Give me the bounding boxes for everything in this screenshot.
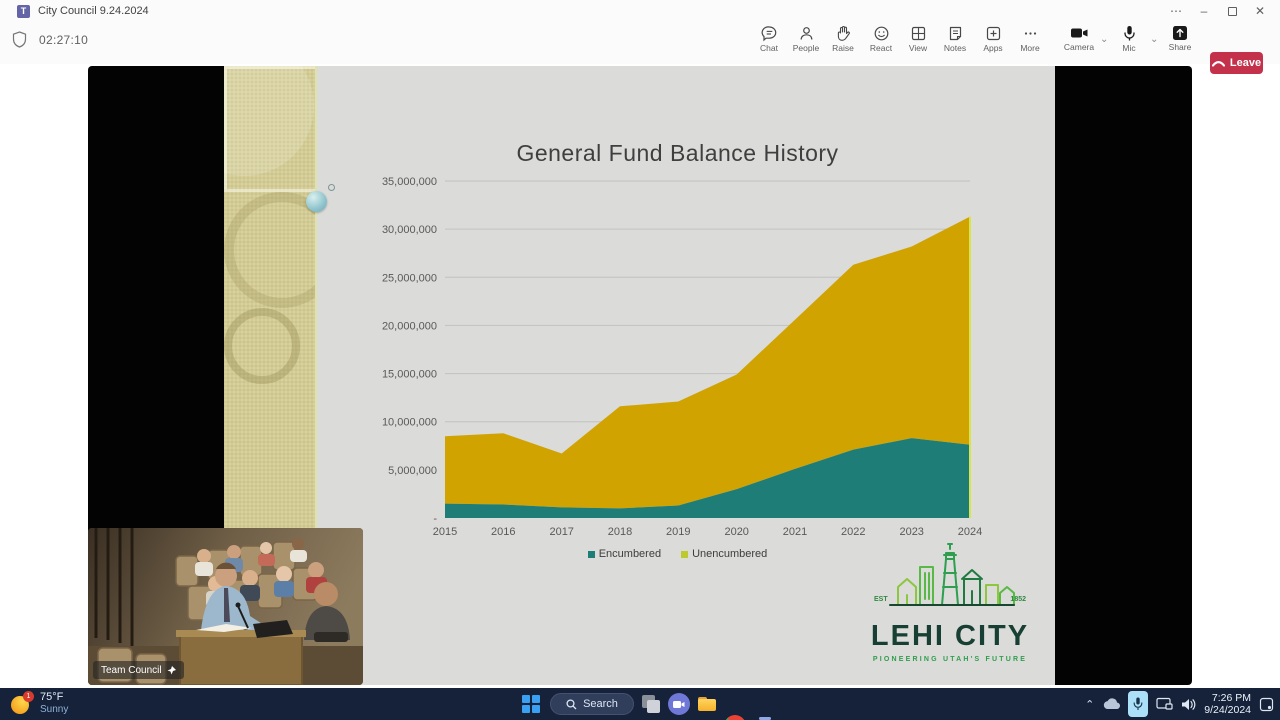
legend-item-unencumbered: Unencumbered [681, 548, 767, 560]
taskbar-clock[interactable]: 7:26 PM 9/24/2024 [1204, 692, 1251, 716]
lehi-city-logo: EST 1852 LEHI CITY PIONEERING UTAH'S FUT… [860, 543, 1040, 663]
window-more-icon[interactable]: ⋯ [1162, 1, 1190, 21]
notes-button[interactable]: Notes [935, 25, 975, 53]
react-button[interactable]: React [861, 25, 901, 53]
share-screen-icon [1173, 26, 1187, 40]
svg-text:35,000,000: 35,000,000 [382, 176, 437, 188]
svg-text:2021: 2021 [783, 526, 807, 538]
svg-text:2016: 2016 [491, 526, 515, 538]
svg-text:EST: EST [874, 596, 888, 603]
svg-text:30,000,000: 30,000,000 [382, 224, 437, 236]
window-title: City Council 9.24.2024 [38, 5, 149, 17]
mic-button[interactable]: Mic [1109, 25, 1149, 53]
svg-text:25,000,000: 25,000,000 [382, 272, 437, 284]
apps-button[interactable]: Apps [973, 25, 1013, 53]
window-titlebar: T City Council 9.24.2024 ⋯ – ✕ [0, 0, 1280, 22]
svg-text:-: - [433, 513, 437, 525]
webcam-video[interactable]: Team Council [88, 528, 363, 685]
pin-icon [167, 665, 176, 674]
mic-chevron-down-icon[interactable]: ⌄ [1150, 34, 1158, 45]
svg-text:10,000,000: 10,000,000 [382, 417, 437, 429]
maximize-icon[interactable] [1218, 1, 1246, 21]
taskbar: 1 75°F Sunny Search T ⌃ [0, 688, 1280, 720]
encumbered-swatch [587, 550, 595, 558]
snip-app-icon[interactable] [640, 693, 662, 715]
teams-app-icon: T [17, 4, 30, 18]
svg-text:2020: 2020 [724, 526, 748, 538]
webcam-name-label: Team Council [93, 661, 184, 679]
apps-plus-icon [986, 26, 1000, 41]
legend-item-encumbered: Encumbered [587, 548, 661, 560]
fund-balance-area-chart: - 5,000,000 10,000,000 15,000,000 20,000,000… [382, 176, 982, 538]
notification-center-icon[interactable] [1259, 697, 1274, 712]
react-smiley-icon [874, 26, 888, 41]
svg-text:20,000,000: 20,000,000 [382, 320, 437, 332]
search-icon [566, 698, 577, 709]
svg-text:2024: 2024 [958, 526, 982, 538]
unencumbered-swatch [681, 550, 689, 558]
raise-hand-icon [837, 25, 850, 41]
weather-temp: 75°F [40, 691, 64, 703]
logo-tagline: PIONEERING UTAH'S FUTURE [872, 656, 1028, 663]
mic-in-use-indicator[interactable] [1128, 691, 1149, 717]
meeting-toolbar: 02:27:10 Chat People Raise React View No… [0, 22, 1280, 74]
hangup-phone-icon [1211, 60, 1225, 67]
minimize-icon[interactable]: – [1190, 1, 1218, 21]
chrome-icon[interactable] [724, 715, 746, 720]
chat-button[interactable]: Chat [749, 25, 789, 53]
svg-text:2019: 2019 [666, 526, 690, 538]
meeting-timer: 02:27:10 [39, 32, 89, 47]
meeting-shield-icon [12, 31, 27, 48]
weather-widget[interactable]: 1 75°F Sunny [10, 691, 68, 715]
mic-icon [1123, 26, 1135, 41]
svg-text:2018: 2018 [608, 526, 632, 538]
svg-text:2017: 2017 [549, 526, 573, 538]
clock-time: 7:26 PM [1211, 692, 1251, 704]
svg-text:15,000,000: 15,000,000 [382, 369, 437, 381]
start-button[interactable] [522, 695, 540, 713]
logo-name: LEHI CITY [870, 620, 1030, 652]
notes-icon [949, 26, 961, 41]
svg-text:5,000,000: 5,000,000 [388, 465, 437, 477]
slide-dot-ornament [328, 184, 335, 191]
close-icon[interactable]: ✕ [1246, 1, 1274, 21]
weather-sun-icon: 1 [10, 691, 34, 715]
svg-text:2022: 2022 [841, 526, 865, 538]
camera-icon [1070, 28, 1087, 38]
video-meet-app-icon[interactable] [668, 693, 690, 715]
view-grid-icon [911, 26, 925, 41]
leave-button[interactable]: Leave [1210, 52, 1263, 74]
people-button[interactable]: People [786, 25, 826, 53]
cast-display-icon[interactable] [1156, 697, 1173, 711]
slide-sphere-ornament [306, 191, 327, 212]
lehi-skyline-icon: EST 1852 [874, 543, 1026, 606]
more-dots-icon [1024, 32, 1036, 35]
raise-hand-button[interactable]: Raise [823, 25, 863, 53]
file-explorer-icon[interactable] [696, 693, 718, 715]
people-icon [800, 27, 812, 40]
taskbar-search[interactable]: Search [550, 693, 634, 715]
onedrive-cloud-icon[interactable] [1102, 698, 1121, 710]
chart-title: General Fund Balance History [516, 140, 839, 166]
camera-chevron-down-icon[interactable]: ⌄ [1100, 34, 1108, 45]
weather-condition: Sunny [40, 704, 69, 715]
more-button[interactable]: More [1010, 25, 1050, 53]
weather-badge: 1 [23, 691, 34, 702]
share-button[interactable]: Share [1160, 25, 1200, 52]
search-label: Search [583, 698, 618, 710]
chat-icon [761, 26, 776, 42]
view-button[interactable]: View [898, 25, 938, 53]
clock-date: 9/24/2024 [1204, 704, 1251, 716]
svg-text:2015: 2015 [433, 526, 457, 538]
tray-chevron-up-icon[interactable]: ⌃ [1085, 698, 1094, 711]
svg-text:2023: 2023 [899, 526, 923, 538]
shared-screen-stage[interactable]: General Fund Balance History - 5,000,000 1… [88, 66, 1192, 685]
tray-mic-icon [1133, 697, 1143, 710]
svg-text:1852: 1852 [1010, 596, 1026, 603]
camera-button[interactable]: Camera [1059, 25, 1099, 52]
speaker-icon[interactable] [1181, 698, 1196, 711]
teams-window: T City Council 9.24.2024 ⋯ – ✕ 02:27:10 … [0, 0, 1280, 720]
